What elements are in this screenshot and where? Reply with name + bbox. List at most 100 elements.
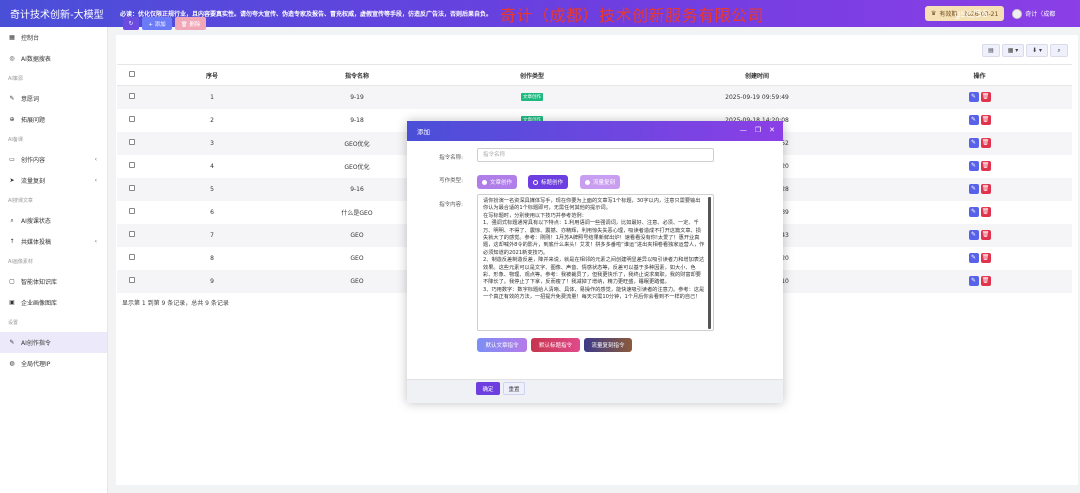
cell-no: 1	[147, 85, 277, 109]
checkbox[interactable]	[129, 254, 135, 260]
delete-icon[interactable]: 🗑	[980, 253, 991, 263]
sidebar-item[interactable]: ✎ 意愿词	[0, 88, 107, 109]
sidebar-item[interactable]: ✎ AI创作指令	[0, 332, 107, 353]
checkbox[interactable]	[129, 208, 135, 214]
export-dropdown-button[interactable]: ⬇ ▾	[1026, 44, 1048, 57]
cell-time: 2025-09-19 09:59:49	[627, 85, 887, 109]
delete-icon[interactable]: 🗑	[980, 230, 991, 240]
sidebar-item[interactable]: ▭ 创作内容 ‹	[0, 149, 107, 170]
edit-icon[interactable]: ✎	[968, 161, 979, 171]
delete-icon[interactable]: 🗑	[980, 276, 991, 286]
refresh-icon: ↻	[128, 20, 134, 27]
sidebar-item-label: 控制台	[21, 35, 40, 42]
cell-actions: ✎ 🗑	[887, 201, 1072, 224]
edit-icon[interactable]: ✎	[968, 207, 979, 217]
sidebar-section-label: AI搜课文章	[8, 198, 33, 204]
delete-button[interactable]: 🗑 删除	[175, 17, 206, 30]
col-header-no[interactable]: 序号	[147, 64, 277, 86]
confirm-button[interactable]: 确定	[476, 382, 500, 395]
sidebar-item[interactable]: ➤ 流量复刻 ‹	[0, 170, 107, 191]
table-row[interactable]: 1 9-19 文章创作 2025-09-19 09:59:49 ✎ 🗑	[117, 85, 1072, 109]
sidebar-section-label: AI策源	[8, 76, 23, 82]
cell-no: 8	[210, 254, 214, 262]
textarea-scrollbar[interactable]	[708, 197, 711, 329]
search-icon[interactable]: ⌕	[1050, 44, 1068, 57]
sidebar-item[interactable]: ⌕ AI搜课状态	[0, 210, 107, 231]
app-brand[interactable]: 奇计技术创新-大模型	[0, 6, 110, 21]
radio-dot	[533, 179, 538, 185]
dialog-header[interactable]: 添加 — ❐ ✕	[407, 121, 783, 141]
checkbox[interactable]	[129, 139, 135, 145]
sidebar-item[interactable]: ◎ AI数据搜表	[0, 48, 107, 69]
delete-icon[interactable]: 🗑	[980, 115, 991, 125]
delete-icon[interactable]: 🗑	[980, 92, 991, 103]
delete-icon[interactable]: 🗑	[980, 184, 991, 194]
edit-icon[interactable]: ✎	[968, 184, 979, 194]
row-select[interactable]	[117, 223, 147, 247]
type-radio-title[interactable]: 标题创作	[528, 175, 569, 189]
ai-data-icon: ◎	[9, 55, 15, 62]
close-icon[interactable]: ✕	[769, 126, 775, 134]
traffic-copy-template-button[interactable]: 流量复刻指令	[584, 338, 632, 352]
user-menu[interactable]: 奇计（成都	[1012, 8, 1055, 19]
row-select[interactable]	[117, 85, 147, 109]
type-radio-article[interactable]: 文章创作	[477, 175, 518, 189]
proxy-icon: ◍	[9, 360, 15, 367]
type-label-traffic: 流量复刻	[593, 180, 616, 186]
delete-icon[interactable]: 🗑	[980, 138, 991, 148]
minimize-icon[interactable]: —	[740, 126, 747, 134]
sidebar-item[interactable]: ⊕ 拓展问题	[0, 109, 107, 130]
view-dropdown-button[interactable]: ▦ ▾	[1002, 44, 1024, 57]
sidebar-item[interactable]: ◍ 全局代理IP	[0, 353, 107, 374]
checkbox[interactable]	[129, 185, 135, 191]
sidebar-item-label: 流量复刻	[21, 178, 46, 185]
select-all-header[interactable]	[117, 64, 147, 86]
delete-icon[interactable]: 🗑	[980, 161, 991, 171]
dialog-title: 添加	[417, 128, 430, 136]
refresh-button[interactable]: ↻	[123, 17, 139, 30]
row-select[interactable]	[117, 155, 147, 178]
col-header-name[interactable]: 指令名称	[277, 64, 437, 86]
table-tools: ▤ ▦ ▾ ⬇ ▾ ⌕	[982, 44, 1068, 57]
row-select[interactable]	[117, 177, 147, 201]
row-select[interactable]	[117, 131, 147, 155]
name-label: 指令名称:	[439, 155, 463, 161]
checkbox[interactable]	[129, 71, 135, 77]
sidebar-item-label: 拓展问题	[21, 117, 46, 124]
edit-icon[interactable]: ✎	[968, 230, 979, 240]
sidebar-item[interactable]: ▣ 企业画像图库	[0, 292, 107, 313]
checkbox[interactable]	[129, 277, 135, 283]
default-article-template-button[interactable]: 默认文章指令	[477, 338, 527, 352]
add-button[interactable]: + 添加	[142, 17, 172, 30]
checkbox[interactable]	[129, 116, 135, 122]
row-select[interactable]	[117, 269, 147, 293]
edit-icon[interactable]: ✎	[968, 276, 979, 286]
edit-icon[interactable]: ✎	[968, 138, 979, 148]
instruction-name-input[interactable]: 指令名称	[477, 148, 714, 162]
delete-icon[interactable]: 🗑	[980, 207, 991, 217]
edit-icon[interactable]: ✎	[968, 115, 979, 125]
avatar	[1012, 8, 1023, 19]
pagination-info: 显示第 1 到第 9 条记录，总共 9 条记录	[122, 300, 229, 307]
checkbox[interactable]	[129, 93, 135, 100]
row-select[interactable]	[117, 201, 147, 224]
instruction-content-textarea[interactable]: 请你扮演一名资深具媒体写手，现在你要为上面的文章写1个标题，30字以内，注意只需…	[477, 194, 714, 331]
edit-icon[interactable]: ✎	[968, 92, 979, 103]
chevron-icon: ‹	[94, 238, 97, 245]
row-select[interactable]	[117, 109, 147, 132]
row-select[interactable]	[117, 247, 147, 270]
col-header-time[interactable]: 创建时间	[627, 64, 887, 86]
checkbox[interactable]	[129, 162, 135, 168]
maximize-icon[interactable]: ❐	[755, 126, 761, 134]
sidebar-item[interactable]: ↑ 共媒体投稿 ‹	[0, 231, 107, 252]
columns-toggle-icon[interactable]: ▤	[982, 44, 1000, 57]
edit-icon[interactable]: ✎	[968, 253, 979, 263]
sidebar-item[interactable]: ▦ 控制台	[0, 27, 107, 48]
col-header-type[interactable]: 创作类型	[437, 64, 627, 86]
checkbox[interactable]	[129, 231, 135, 237]
reset-button[interactable]: 重置	[503, 382, 525, 395]
type-radio-traffic[interactable]: 流量复刻	[580, 175, 621, 189]
type-label: 写作类型:	[439, 178, 463, 184]
sidebar-item[interactable]: ▢ 智能体知识库	[0, 271, 107, 292]
default-title-template-button[interactable]: 默认标题指令	[531, 338, 580, 352]
